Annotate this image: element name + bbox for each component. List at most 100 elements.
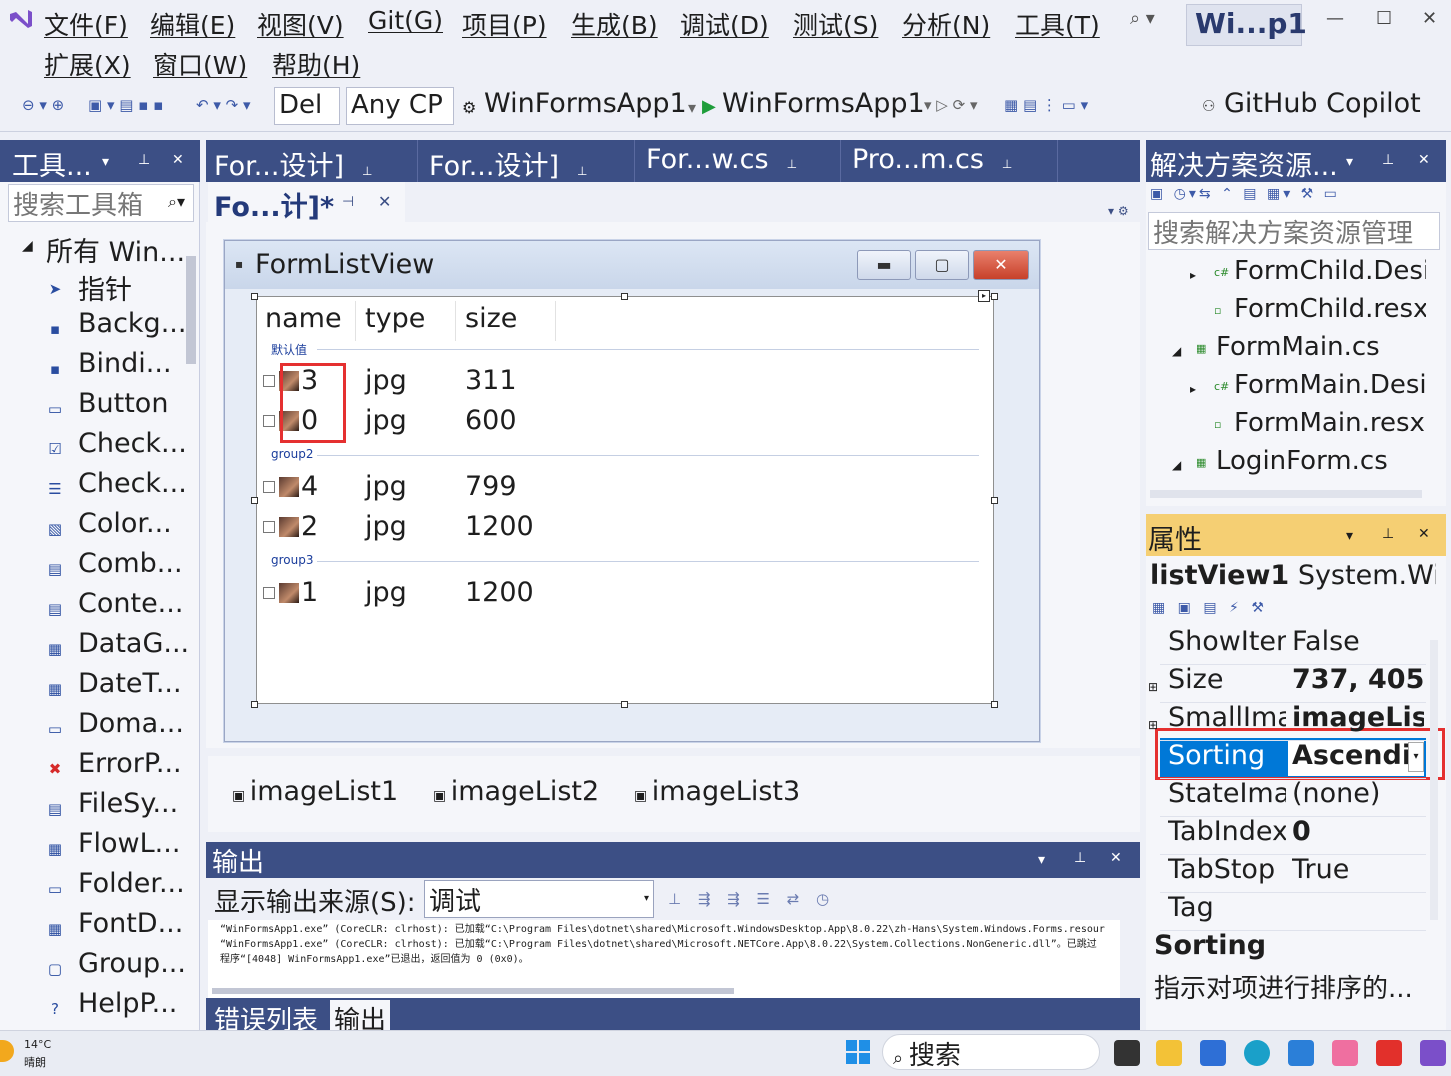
- column-header-name[interactable]: name: [265, 303, 342, 334]
- store-icon[interactable]: [1200, 1040, 1226, 1066]
- toolbox-item[interactable]: DateT...: [78, 668, 182, 699]
- se-pin-icon[interactable]: ⊥: [1382, 152, 1394, 168]
- output-scrollbar[interactable]: [1120, 920, 1136, 998]
- output-source-select[interactable]: 调试 ▾: [424, 880, 654, 918]
- property-name[interactable]: SmallIma: [1168, 702, 1286, 733]
- property-object-select[interactable]: listView1 System.Win: [1150, 560, 1436, 591]
- property-value[interactable]: 737, 405: [1292, 664, 1424, 695]
- menu-item[interactable]: 工具(T): [1015, 6, 1100, 42]
- menu-item[interactable]: 项目(P): [462, 6, 547, 42]
- resize-handle[interactable]: [991, 701, 998, 708]
- toolbox-item[interactable]: Color...: [78, 508, 172, 539]
- menu-item[interactable]: 视图(V): [257, 6, 344, 42]
- property-value[interactable]: (none): [1292, 778, 1424, 809]
- toolbox-item[interactable]: Doma...: [78, 708, 184, 739]
- tab-close-icon[interactable]: ✕: [378, 192, 391, 211]
- photos-icon[interactable]: [1288, 1040, 1314, 1066]
- tree-expander-icon[interactable]: ◢: [1172, 344, 1181, 358]
- search-icon[interactable]: ⌕ ▾: [1130, 8, 1155, 29]
- item-checkbox[interactable]: [263, 587, 275, 599]
- menu-item[interactable]: 测试(S): [793, 6, 878, 42]
- solution-tree-item[interactable]: LoginForm.cs: [1216, 446, 1426, 476]
- toolbox-item[interactable]: Group...: [78, 948, 186, 979]
- back-icon[interactable]: ⊖ ▾ ⊕: [22, 96, 64, 114]
- group-expander-icon[interactable]: ◢: [22, 238, 33, 254]
- property-name[interactable]: TabIndex: [1168, 816, 1286, 847]
- dropdown-icon[interactable]: ▾: [688, 98, 696, 117]
- extra-toolbar-icons[interactable]: ▦ ▤ ⋮ ▭ ▾: [1004, 96, 1088, 114]
- tab-pin-icon[interactable]: ⊥: [787, 157, 797, 171]
- property-name[interactable]: Size: [1168, 664, 1286, 695]
- expand-size-icon[interactable]: ⊞: [1148, 680, 1158, 694]
- props-scrollbar[interactable]: [1430, 640, 1438, 920]
- toolbox-item[interactable]: HelpP...: [78, 988, 177, 1019]
- props-close-icon[interactable]: ✕: [1418, 526, 1430, 542]
- property-value[interactable]: imageList: [1292, 702, 1424, 733]
- toolbox-search-input[interactable]: 搜索工具箱: [8, 184, 194, 222]
- output-pin-icon[interactable]: ⊥: [1074, 850, 1086, 866]
- output-toolbar-icons[interactable]: ⊥ ⇶ ⇶ ☰ ⇄ ◷: [668, 890, 835, 908]
- solution-tree-item[interactable]: FormChild.resx: [1234, 294, 1426, 324]
- file-explorer-icon[interactable]: [1156, 1040, 1182, 1066]
- tab-error-list[interactable]: 错误列表: [210, 1000, 322, 1036]
- toolbox-item[interactable]: FileSy...: [78, 788, 178, 819]
- maximize-icon[interactable]: ☐: [1376, 8, 1392, 29]
- tab-pin-icon[interactable]: ⊥: [362, 164, 372, 178]
- document-tab[interactable]: For...w.cs ⊥: [638, 140, 841, 182]
- solution-tree-item[interactable]: FormMain.resx: [1234, 408, 1426, 438]
- menu-item[interactable]: 窗口(W): [153, 46, 247, 82]
- item-checkbox[interactable]: [263, 481, 275, 493]
- platform-select[interactable]: Any CP: [346, 87, 454, 125]
- smart-tag-icon[interactable]: ▸: [978, 290, 990, 302]
- edge-icon[interactable]: [1244, 1040, 1270, 1066]
- output-hscrollbar[interactable]: [212, 988, 734, 994]
- resize-handle[interactable]: [621, 701, 628, 708]
- toolbox-item[interactable]: Bindi...: [78, 348, 172, 379]
- listview-control[interactable]: name type size 默认值 3 jpg 311 0 jpg 600 group2 4 j…: [256, 296, 994, 704]
- tree-expander-icon[interactable]: ▸: [1190, 382, 1196, 396]
- start-debug-icon[interactable]: ▶: [702, 96, 716, 117]
- property-name[interactable]: Tag: [1168, 892, 1286, 923]
- toolbox-search-icon[interactable]: ⌕▾: [168, 192, 185, 212]
- property-name[interactable]: ShowIten: [1168, 626, 1286, 657]
- start-menu-icon[interactable]: [846, 1040, 870, 1064]
- component-tray-item[interactable]: ▣ imageList3: [634, 776, 800, 807]
- run-target-button[interactable]: WinFormsApp1: [722, 88, 925, 119]
- output-close-icon[interactable]: ✕: [1110, 850, 1122, 866]
- property-value[interactable]: Ascendir: [1292, 740, 1408, 771]
- run-options-icon[interactable]: ▾ ▷ ⟳ ▾: [924, 96, 977, 114]
- list-item-name[interactable]: 1: [301, 577, 318, 608]
- menu-item[interactable]: 分析(N): [902, 6, 990, 42]
- resize-handle[interactable]: [251, 293, 258, 300]
- toolbox-group[interactable]: 所有 Win...: [46, 230, 185, 269]
- menu-item[interactable]: 调试(D): [680, 6, 769, 42]
- props-pin-icon[interactable]: ⊥: [1382, 526, 1394, 542]
- toolbox-item[interactable]: FontD...: [78, 908, 183, 939]
- se-search-input[interactable]: 搜索解决方案资源管理: [1148, 212, 1440, 250]
- item-checkbox[interactable]: [263, 521, 275, 533]
- tab-output[interactable]: 输出: [330, 1000, 391, 1036]
- tab-overflow-icon[interactable]: ▾ ⚙: [1108, 204, 1129, 218]
- expand-smallimage-icon[interactable]: ⊞: [1148, 718, 1158, 732]
- resize-handle[interactable]: [991, 293, 998, 300]
- resize-handle[interactable]: [251, 701, 258, 708]
- property-value[interactable]: True: [1292, 854, 1424, 885]
- wps-icon[interactable]: [1376, 1040, 1402, 1066]
- se-close-icon[interactable]: ✕: [1418, 152, 1430, 168]
- listview-group-header[interactable]: group3: [271, 553, 314, 567]
- document-tab[interactable]: For...设计] ⊥: [421, 140, 635, 182]
- solution-tree-item[interactable]: FormMain.Desi: [1234, 370, 1426, 400]
- new-project-icon[interactable]: ▣ ▾ ▤ ▪ ▪: [88, 96, 163, 114]
- resize-handle[interactable]: [991, 497, 998, 504]
- close-icon[interactable]: ✕: [1422, 8, 1437, 29]
- tab-pin-icon[interactable]: ⊥: [1002, 157, 1012, 171]
- startup-project-select[interactable]: WinFormsApp1: [484, 88, 687, 119]
- bilibili-icon[interactable]: [1332, 1040, 1358, 1066]
- toolbox-item[interactable]: ErrorP...: [78, 748, 182, 779]
- output-menu-icon[interactable]: ▾: [1038, 852, 1045, 868]
- column-header-size[interactable]: size: [465, 303, 517, 334]
- property-name[interactable]: Sorting: [1168, 740, 1286, 771]
- configuration-select[interactable]: Del: [274, 87, 340, 125]
- property-name[interactable]: StateIma: [1168, 778, 1286, 809]
- component-tray-item[interactable]: ▣ imageList1: [232, 776, 398, 807]
